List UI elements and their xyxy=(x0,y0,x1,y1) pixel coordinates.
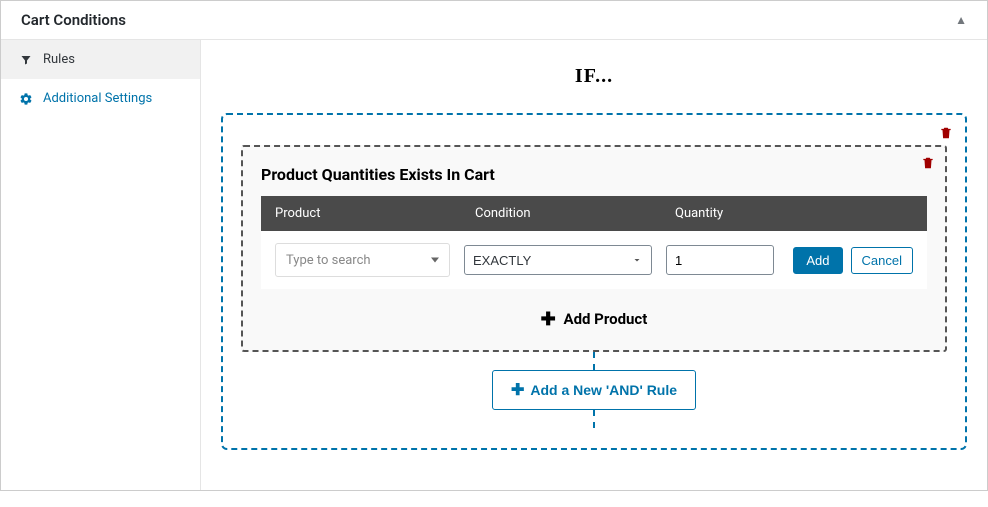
delete-rule-icon[interactable] xyxy=(921,155,935,175)
row-actions: Add Cancel xyxy=(793,247,913,274)
quantity-input[interactable] xyxy=(666,245,774,275)
sidebar-item-label: Rules xyxy=(43,52,75,67)
condition-select[interactable]: EXACTLY xyxy=(464,245,652,275)
if-heading: IF... xyxy=(221,65,967,88)
sidebar-item-additional-settings[interactable]: Additional Settings xyxy=(1,79,200,118)
sidebar-item-rules[interactable]: Rules xyxy=(1,40,200,79)
rule-title: Product Quantities Exists In Cart xyxy=(261,165,927,184)
cart-conditions-panel: Cart Conditions ▲ Rules Additional Setti… xyxy=(0,0,988,491)
add-and-rule-button[interactable]: ✚ Add a New 'AND' Rule xyxy=(492,370,696,410)
add-product-button[interactable]: ✚ Add Product xyxy=(261,309,927,330)
col-header-condition: Condition xyxy=(475,206,675,221)
col-header-product: Product xyxy=(275,206,475,221)
add-button[interactable]: Add xyxy=(793,247,842,274)
main-content: IF... Product Quantities Exists In Cart … xyxy=(201,40,987,490)
rule-box: Product Quantities Exists In Cart Produc… xyxy=(241,145,947,352)
filter-icon xyxy=(19,54,33,66)
rule-group: Product Quantities Exists In Cart Produc… xyxy=(221,113,967,450)
add-and-rule-label: Add a New 'AND' Rule xyxy=(530,382,677,398)
plus-icon: ✚ xyxy=(511,380,524,400)
sidebar-item-label: Additional Settings xyxy=(43,91,152,106)
connector-line xyxy=(593,352,595,370)
panel-header: Cart Conditions ▲ xyxy=(1,1,987,40)
gear-icon xyxy=(19,92,33,106)
plus-icon: ✚ xyxy=(541,309,556,330)
connector-line xyxy=(593,410,595,428)
rule-table-header: Product Condition Quantity xyxy=(261,196,927,231)
delete-group-icon[interactable] xyxy=(939,125,953,145)
panel-title: Cart Conditions xyxy=(21,11,126,29)
sidebar: Rules Additional Settings xyxy=(1,40,201,490)
product-search-select[interactable]: Type to search xyxy=(275,243,450,277)
rule-table-row: Type to search EXACTLY Add Cancel xyxy=(261,231,927,289)
collapse-toggle-icon[interactable]: ▲ xyxy=(955,13,967,27)
cancel-button[interactable]: Cancel xyxy=(851,247,913,274)
add-product-label: Add Product xyxy=(563,310,647,328)
panel-body: Rules Additional Settings IF... xyxy=(1,40,987,490)
product-search-placeholder: Type to search xyxy=(286,253,371,268)
col-header-quantity: Quantity xyxy=(675,206,913,221)
